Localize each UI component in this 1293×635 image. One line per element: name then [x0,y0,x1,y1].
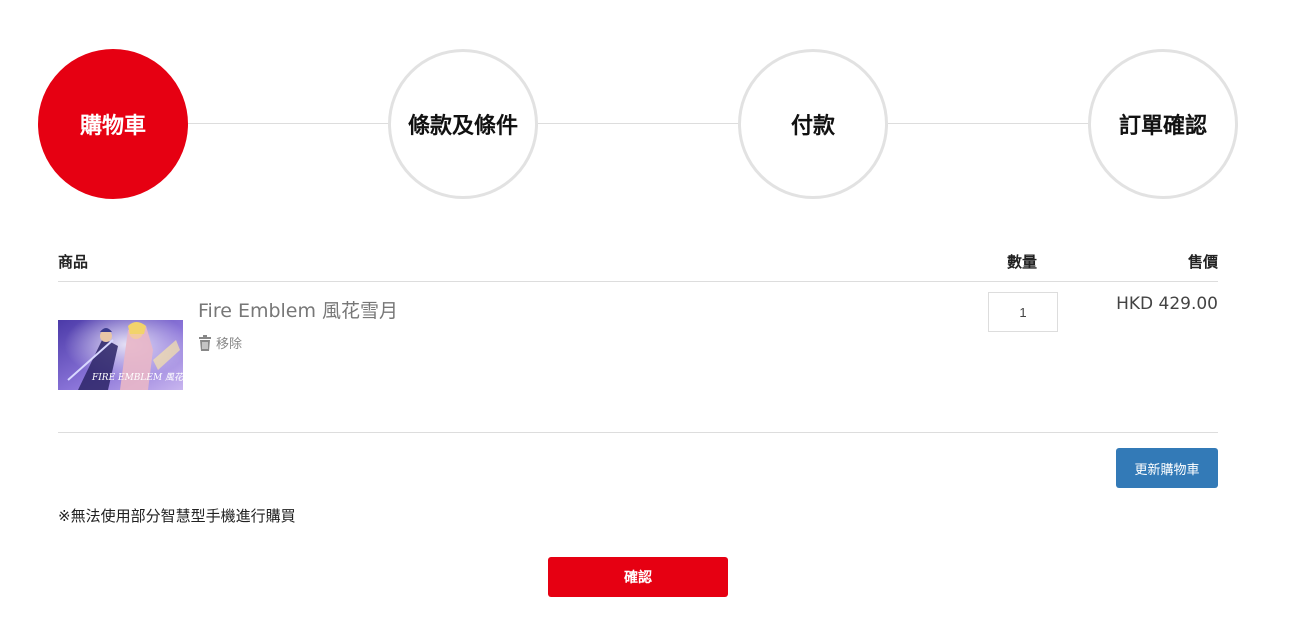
item-price: HKD 429.00 [1116,294,1218,314]
step-order-confirmation-label: 訂單確認 [1118,114,1207,139]
cart-table-header: 商品 數量 售價 [58,248,1218,282]
header-price: 售價 [1187,253,1218,271]
smartphone-notice: ※無法使用部分智慧型手機進行購買 [58,507,296,525]
stepper-connector-line [113,123,1163,124]
checkout-stepper: 購物車 條款及條件 付款 訂單確認 [38,49,1238,199]
step-order-confirmation: 訂單確認 [1088,49,1238,199]
step-terms: 條款及條件 [388,49,538,199]
update-cart-button[interactable]: 更新購物車 [1116,448,1218,488]
cart-item-row: FIRE EMBLEM 風花雪月 Fire Emblem 風花雪月 移除 HKD… [58,282,1218,433]
header-quantity: 數量 [1007,253,1038,271]
product-thumbnail[interactable]: FIRE EMBLEM 風花雪月 [58,320,183,390]
step-terms-label: 條款及條件 [407,114,518,139]
remove-item-link[interactable]: 移除 [198,333,242,352]
confirm-button[interactable]: 確認 [548,557,728,597]
remove-label: 移除 [216,337,243,352]
step-payment: 付款 [738,49,888,199]
thumbnail-logo-text: FIRE EMBLEM 風花雪月 [91,372,183,383]
step-cart-label: 購物車 [79,114,146,139]
product-name[interactable]: Fire Emblem 風花雪月 [198,296,398,323]
header-product: 商品 [58,253,89,271]
trash-icon [198,334,212,351]
step-payment-label: 付款 [790,114,835,139]
quantity-input[interactable] [988,292,1058,332]
step-cart: 購物車 [38,49,188,199]
